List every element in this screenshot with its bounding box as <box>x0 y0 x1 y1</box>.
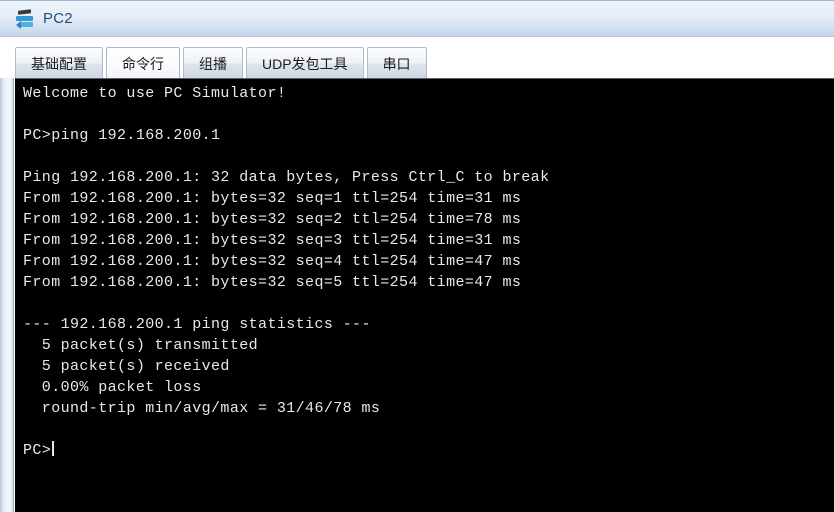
terminal-line: From 192.168.200.1: bytes=32 seq=4 ttl=2… <box>23 253 522 270</box>
text-cursor <box>52 441 55 456</box>
terminal-line: --- 192.168.200.1 ping statistics --- <box>23 316 371 333</box>
terminal-line: From 192.168.200.1: bytes=32 seq=5 ttl=2… <box>23 274 522 291</box>
tab-strip: 基础配置 命令行 组播 UDP发包工具 串口 <box>0 36 834 79</box>
tab-list: 基础配置 命令行 组播 UDP发包工具 串口 <box>15 42 430 79</box>
terminal-prompt-line[interactable]: PC> <box>23 440 834 461</box>
pc2-simulator-window: PC2 基础配置 命令行 组播 UDP发包工具 串口 Welcome to us… <box>0 0 834 512</box>
window-title: PC2 <box>43 9 73 27</box>
terminal-line: From 192.168.200.1: bytes=32 seq=2 ttl=2… <box>23 211 522 228</box>
terminal-line: From 192.168.200.1: bytes=32 seq=1 ttl=2… <box>23 190 522 207</box>
tab-multicast[interactable]: 组播 <box>183 47 243 79</box>
terminal-line: round-trip min/avg/max = 31/46/78 ms <box>23 400 381 417</box>
tab-label: 串口 <box>382 55 411 72</box>
tab-basic-config[interactable]: 基础配置 <box>15 47 103 79</box>
tab-udp-packet-tool[interactable]: UDP发包工具 <box>246 47 364 79</box>
tab-command-line[interactable]: 命令行 <box>106 47 180 79</box>
terminal-line: 5 packet(s) received <box>23 358 230 375</box>
terminal-line: PC>ping 192.168.200.1 <box>23 127 221 144</box>
tab-label: 基础配置 <box>31 55 87 72</box>
terminal-line: Welcome to use PC Simulator! <box>23 85 287 102</box>
tab-serial-port[interactable]: 串口 <box>366 47 427 79</box>
terminal-console[interactable]: Welcome to use PC Simulator! PC>ping 192… <box>15 78 834 512</box>
terminal-prompt: PC> <box>23 442 52 459</box>
tab-label: UDP发包工具 <box>262 55 348 72</box>
tab-label: 命令行 <box>122 55 164 72</box>
window-titlebar: PC2 <box>0 0 834 36</box>
terminal-line: 0.00% packet loss <box>23 379 202 396</box>
terminal-output: Welcome to use PC Simulator! PC>ping 192… <box>15 79 834 461</box>
left-border-gutter <box>0 78 14 512</box>
terminal-line: 5 packet(s) transmitted <box>23 337 259 354</box>
pc-network-icon <box>16 8 36 29</box>
terminal-line: Ping 192.168.200.1: 32 data bytes, Press… <box>23 169 550 186</box>
terminal-line: From 192.168.200.1: bytes=32 seq=3 ttl=2… <box>23 232 522 249</box>
tab-label: 组播 <box>199 55 227 72</box>
